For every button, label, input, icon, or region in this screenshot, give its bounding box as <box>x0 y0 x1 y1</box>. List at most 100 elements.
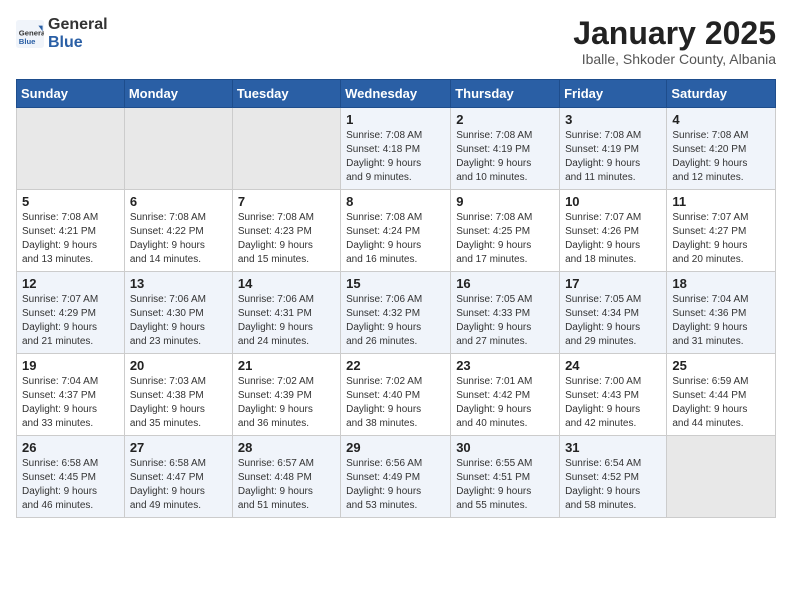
cell-content: Sunrise: 6:57 AM Sunset: 4:48 PM Dayligh… <box>238 457 335 513</box>
cell-content: Sunrise: 7:03 AM Sunset: 4:38 PM Dayligh… <box>130 375 227 431</box>
logo-text-blue: Blue <box>48 34 83 51</box>
calendar-cell <box>17 108 125 190</box>
cell-content: Sunrise: 6:56 AM Sunset: 4:49 PM Dayligh… <box>346 457 445 513</box>
cell-content: Sunrise: 7:08 AM Sunset: 4:20 PM Dayligh… <box>672 129 770 185</box>
calendar-cell: 30 Sunrise: 6:55 AM Sunset: 4:51 PM Dayli… <box>451 436 560 518</box>
cell-content: Sunrise: 7:06 AM Sunset: 4:30 PM Dayligh… <box>130 293 227 349</box>
calendar-cell: 23 Sunrise: 7:01 AM Sunset: 4:42 PM Dayli… <box>451 354 560 436</box>
day-number: 3 <box>565 112 661 127</box>
calendar-cell: 9 Sunrise: 7:08 AM Sunset: 4:25 PM Daylig… <box>451 190 560 272</box>
cell-content: Sunrise: 6:59 AM Sunset: 4:44 PM Dayligh… <box>672 375 770 431</box>
calendar-cell: 2 Sunrise: 7:08 AM Sunset: 4:19 PM Daylig… <box>451 108 560 190</box>
day-number: 31 <box>565 440 661 455</box>
cell-content: Sunrise: 7:07 AM Sunset: 4:27 PM Dayligh… <box>672 211 770 267</box>
calendar-cell: 18 Sunrise: 7:04 AM Sunset: 4:36 PM Dayli… <box>667 272 776 354</box>
calendar-cell: 3Sunrise: 7:08 AM Sunset: 4:19 PM Daylig… <box>560 108 667 190</box>
calendar-cell: 17 Sunrise: 7:05 AM Sunset: 4:34 PM Dayli… <box>560 272 667 354</box>
calendar-cell: 12Sunrise: 7:07 AM Sunset: 4:29 PM Dayli… <box>17 272 125 354</box>
calendar-table: SundayMondayTuesdayWednesdayThursdayFrid… <box>16 79 776 518</box>
day-of-week-header: Wednesday <box>341 80 451 108</box>
cell-content: Sunrise: 7:04 AM Sunset: 4:36 PM Dayligh… <box>672 293 770 349</box>
day-number: 2 <box>456 112 554 127</box>
cell-content: Sunrise: 7:06 AM Sunset: 4:32 PM Dayligh… <box>346 293 445 349</box>
day-number: 8 <box>346 194 445 209</box>
day-number: 26 <box>22 440 119 455</box>
calendar-cell: 29 Sunrise: 6:56 AM Sunset: 4:49 PM Dayli… <box>341 436 451 518</box>
calendar-week-row: 5 Sunrise: 7:08 AM Sunset: 4:21 PM Daylig… <box>17 190 776 272</box>
cell-content: Sunrise: 7:08 AM Sunset: 4:25 PM Dayligh… <box>456 211 554 267</box>
cell-content: Sunrise: 7:08 AM Sunset: 4:21 PM Dayligh… <box>22 211 119 267</box>
cell-content: Sunrise: 7:06 AM Sunset: 4:31 PM Dayligh… <box>238 293 335 349</box>
day-number: 19 <box>22 358 119 373</box>
logo-text-general: General <box>48 16 108 34</box>
calendar-cell: 6Sunrise: 7:08 AM Sunset: 4:22 PM Daylig… <box>124 190 232 272</box>
day-number: 16 <box>456 276 554 291</box>
cell-content: Sunrise: 7:08 AM Sunset: 4:18 PM Dayligh… <box>346 129 445 185</box>
cell-content: Sunrise: 7:02 AM Sunset: 4:40 PM Dayligh… <box>346 375 445 431</box>
calendar-cell: 25 Sunrise: 6:59 AM Sunset: 4:44 PM Dayli… <box>667 354 776 436</box>
day-of-week-header: Tuesday <box>232 80 340 108</box>
calendar-week-row: 19 Sunrise: 7:04 AM Sunset: 4:37 PM Dayli… <box>17 354 776 436</box>
day-number: 23 <box>456 358 554 373</box>
day-number: 28 <box>238 440 335 455</box>
day-number: 25 <box>672 358 770 373</box>
day-number: 17 <box>565 276 661 291</box>
subtitle: Iballe, Shkoder County, Albania <box>573 51 776 67</box>
day-of-week-header: Friday <box>560 80 667 108</box>
calendar-cell: 5 Sunrise: 7:08 AM Sunset: 4:21 PM Daylig… <box>17 190 125 272</box>
calendar-cell: 1 Sunrise: 7:08 AM Sunset: 4:18 PM Daylig… <box>341 108 451 190</box>
day-number: 1 <box>346 112 445 127</box>
day-number: 30 <box>456 440 554 455</box>
calendar-cell: 27Sunrise: 6:58 AM Sunset: 4:47 PM Dayli… <box>124 436 232 518</box>
calendar-cell: 8Sunrise: 7:08 AM Sunset: 4:24 PM Daylig… <box>341 190 451 272</box>
day-number: 15 <box>346 276 445 291</box>
calendar-cell: 19 Sunrise: 7:04 AM Sunset: 4:37 PM Dayli… <box>17 354 125 436</box>
day-number: 11 <box>672 194 770 209</box>
calendar-cell: 7 Sunrise: 7:08 AM Sunset: 4:23 PM Daylig… <box>232 190 340 272</box>
calendar-cell: 24 Sunrise: 7:00 AM Sunset: 4:43 PM Dayli… <box>560 354 667 436</box>
day-of-week-header: Sunday <box>17 80 125 108</box>
calendar-cell: 20 Sunrise: 7:03 AM Sunset: 4:38 PM Dayli… <box>124 354 232 436</box>
cell-content: Sunrise: 7:08 AM Sunset: 4:23 PM Dayligh… <box>238 211 335 267</box>
day-number: 9 <box>456 194 554 209</box>
calendar-cell: 15 Sunrise: 7:06 AM Sunset: 4:32 PM Dayli… <box>341 272 451 354</box>
logo: General Blue General Blue <box>16 16 108 52</box>
svg-text:General: General <box>19 28 44 37</box>
calendar-cell: 10Sunrise: 7:07 AM Sunset: 4:26 PM Dayli… <box>560 190 667 272</box>
calendar-cell <box>667 436 776 518</box>
day-number: 7 <box>238 194 335 209</box>
cell-content: Sunrise: 6:54 AM Sunset: 4:52 PM Dayligh… <box>565 457 661 513</box>
title-section: January 2025 Iballe, Shkoder County, Alb… <box>573 16 776 67</box>
cell-content: Sunrise: 7:01 AM Sunset: 4:42 PM Dayligh… <box>456 375 554 431</box>
day-number: 27 <box>130 440 227 455</box>
calendar-cell: 26Sunrise: 6:58 AM Sunset: 4:45 PM Dayli… <box>17 436 125 518</box>
calendar-cell: 22 Sunrise: 7:02 AM Sunset: 4:40 PM Dayli… <box>341 354 451 436</box>
calendar-cell: 31 Sunrise: 6:54 AM Sunset: 4:52 PM Dayli… <box>560 436 667 518</box>
cell-content: Sunrise: 7:08 AM Sunset: 4:19 PM Dayligh… <box>456 129 554 185</box>
logo-icon: General Blue <box>16 20 44 48</box>
day-number: 20 <box>130 358 227 373</box>
day-number: 4 <box>672 112 770 127</box>
cell-content: Sunrise: 6:55 AM Sunset: 4:51 PM Dayligh… <box>456 457 554 513</box>
calendar-week-row: 12Sunrise: 7:07 AM Sunset: 4:29 PM Dayli… <box>17 272 776 354</box>
page-header: General Blue General Blue January 2025 I… <box>16 16 776 67</box>
calendar-cell: 4 Sunrise: 7:08 AM Sunset: 4:20 PM Daylig… <box>667 108 776 190</box>
cell-content: Sunrise: 7:07 AM Sunset: 4:26 PM Dayligh… <box>565 211 661 267</box>
calendar-cell <box>232 108 340 190</box>
day-number: 5 <box>22 194 119 209</box>
calendar-week-row: 1 Sunrise: 7:08 AM Sunset: 4:18 PM Daylig… <box>17 108 776 190</box>
cell-content: Sunrise: 7:05 AM Sunset: 4:34 PM Dayligh… <box>565 293 661 349</box>
main-title: January 2025 <box>573 16 776 51</box>
day-number: 14 <box>238 276 335 291</box>
day-number: 24 <box>565 358 661 373</box>
day-number: 22 <box>346 358 445 373</box>
calendar-header-row: SundayMondayTuesdayWednesdayThursdayFrid… <box>17 80 776 108</box>
cell-content: Sunrise: 7:04 AM Sunset: 4:37 PM Dayligh… <box>22 375 119 431</box>
day-of-week-header: Saturday <box>667 80 776 108</box>
day-number: 29 <box>346 440 445 455</box>
cell-content: Sunrise: 7:00 AM Sunset: 4:43 PM Dayligh… <box>565 375 661 431</box>
calendar-cell <box>124 108 232 190</box>
day-number: 6 <box>130 194 227 209</box>
day-number: 18 <box>672 276 770 291</box>
day-number: 21 <box>238 358 335 373</box>
